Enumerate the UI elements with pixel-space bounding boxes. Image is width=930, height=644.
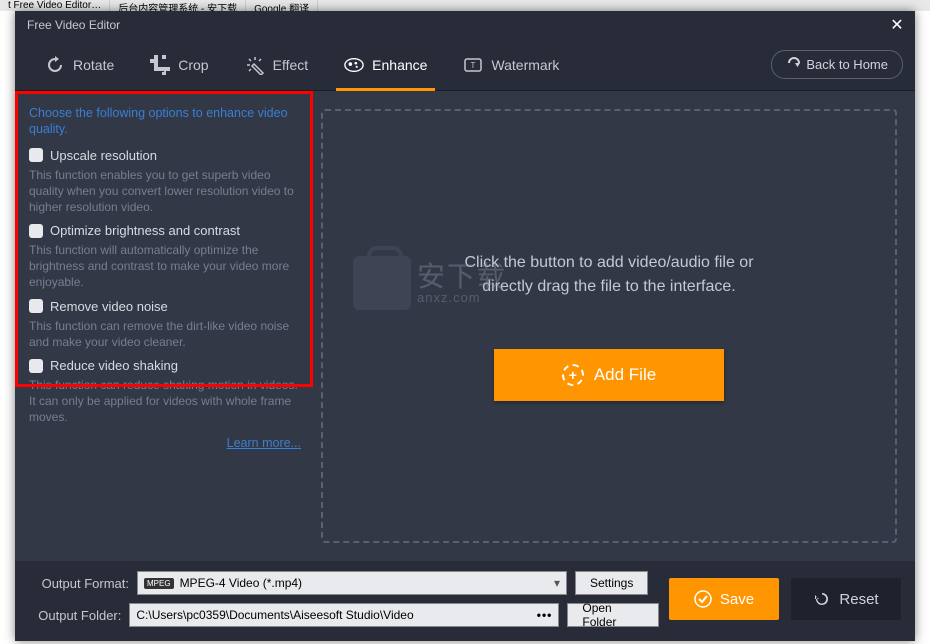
option-checkbox-row[interactable]: Remove video noise	[29, 299, 301, 314]
option-label: Upscale resolution	[50, 148, 157, 163]
option-upscale: Upscale resolution This function enables…	[29, 148, 301, 216]
browser-tab-strip: t Free Video Editor… 后台内容管理系统 - 安下载 Goog…	[0, 0, 930, 11]
bag-icon	[353, 256, 411, 310]
bottom-bar: Output Format: MPEG MPEG-4 Video (*.mp4)…	[15, 561, 915, 641]
output-folder-input[interactable]: C:\Users\pc0359\Documents\Aiseesoft Stud…	[129, 603, 559, 627]
back-home-button[interactable]: Back to Home	[771, 50, 903, 79]
check-icon	[694, 590, 712, 608]
option-checkbox-row[interactable]: Reduce video shaking	[29, 358, 301, 373]
option-description: This function can reduce shaking motion …	[29, 377, 301, 426]
close-icon[interactable]: ✕	[887, 15, 907, 35]
option-shaking: Reduce video shaking This function can r…	[29, 358, 301, 426]
browser-tab[interactable]: Google 翻译	[246, 0, 318, 11]
option-checkbox-row[interactable]: Upscale resolution	[29, 148, 301, 163]
add-file-button[interactable]: + Add File	[494, 349, 724, 401]
save-label: Save	[720, 591, 754, 608]
option-label: Remove video noise	[50, 299, 168, 314]
effect-icon	[245, 55, 265, 75]
output-format-label: Output Format:	[29, 576, 129, 591]
tab-label: Watermark	[491, 57, 559, 73]
browser-tab[interactable]: 后台内容管理系统 - 安下载	[110, 0, 246, 11]
tab-enhance[interactable]: Enhance	[326, 39, 445, 91]
browse-icon[interactable]: •••	[537, 608, 553, 622]
plus-icon: +	[562, 364, 584, 386]
checkbox-icon[interactable]	[29, 359, 43, 373]
sidebar-intro: Choose the following options to enhance …	[29, 105, 301, 138]
watermark-icon: T	[463, 55, 483, 75]
option-description: This function will automatically optimiz…	[29, 242, 301, 291]
checkbox-icon[interactable]	[29, 299, 43, 313]
tab-crop[interactable]: Crop	[132, 39, 226, 91]
tab-label: Crop	[178, 57, 208, 73]
option-noise: Remove video noise This function can rem…	[29, 299, 301, 350]
main-area: Choose the following options to enhance …	[15, 91, 915, 561]
rotate-icon	[45, 55, 65, 75]
option-brightness: Optimize brightness and contrast This fu…	[29, 223, 301, 291]
toolbar: Rotate Crop Effect Enhance T Watermark	[15, 39, 915, 91]
app-window: Free Video Editor ✕ Rotate Crop Effect	[15, 11, 915, 641]
output-format-select[interactable]: MPEG MPEG-4 Video (*.mp4)	[137, 571, 567, 595]
option-checkbox-row[interactable]: Optimize brightness and contrast	[29, 223, 301, 238]
option-description: This function enables you to get superb …	[29, 167, 301, 216]
tab-label: Enhance	[372, 57, 427, 73]
option-label: Reduce video shaking	[50, 358, 178, 373]
add-file-label: Add File	[594, 365, 656, 385]
enhance-icon	[344, 55, 364, 75]
save-button[interactable]: Save	[669, 578, 779, 620]
tab-watermark[interactable]: T Watermark	[445, 39, 577, 91]
output-format-value: MPEG-4 Video (*.mp4)	[180, 576, 303, 590]
checkbox-icon[interactable]	[29, 148, 43, 162]
browser-tab[interactable]: t Free Video Editor…	[0, 0, 110, 11]
drop-area[interactable]: 安下载 anxz.com Click the button to add vid…	[321, 109, 897, 543]
checkbox-icon[interactable]	[29, 224, 43, 238]
output-folder-value: C:\Users\pc0359\Documents\Aiseesoft Stud…	[136, 608, 413, 622]
tab-label: Effect	[273, 57, 309, 73]
reset-icon	[813, 590, 831, 608]
format-badge: MPEG	[144, 578, 174, 589]
option-label: Optimize brightness and contrast	[50, 223, 240, 238]
settings-button[interactable]: Settings	[575, 571, 648, 595]
reset-button[interactable]: Reset	[791, 578, 901, 620]
output-folder-label: Output Folder:	[29, 608, 121, 623]
window-title: Free Video Editor	[23, 18, 120, 32]
reset-label: Reset	[839, 591, 878, 608]
back-arrow-icon	[786, 57, 800, 72]
titlebar: Free Video Editor ✕	[15, 11, 915, 39]
tab-rotate[interactable]: Rotate	[27, 39, 132, 91]
back-home-label: Back to Home	[806, 57, 888, 72]
open-folder-button[interactable]: Open Folder	[567, 603, 659, 627]
svg-text:T: T	[471, 61, 476, 70]
option-description: This function can remove the dirt-like v…	[29, 318, 301, 350]
learn-more-row: Learn more...	[29, 436, 301, 450]
tab-effect[interactable]: Effect	[227, 39, 327, 91]
drop-instruction: Click the button to add video/audio file…	[464, 251, 753, 299]
learn-more-link[interactable]: Learn more...	[227, 436, 301, 450]
tab-label: Rotate	[73, 57, 114, 73]
enhance-sidebar: Choose the following options to enhance …	[15, 91, 315, 561]
crop-icon	[150, 55, 170, 75]
